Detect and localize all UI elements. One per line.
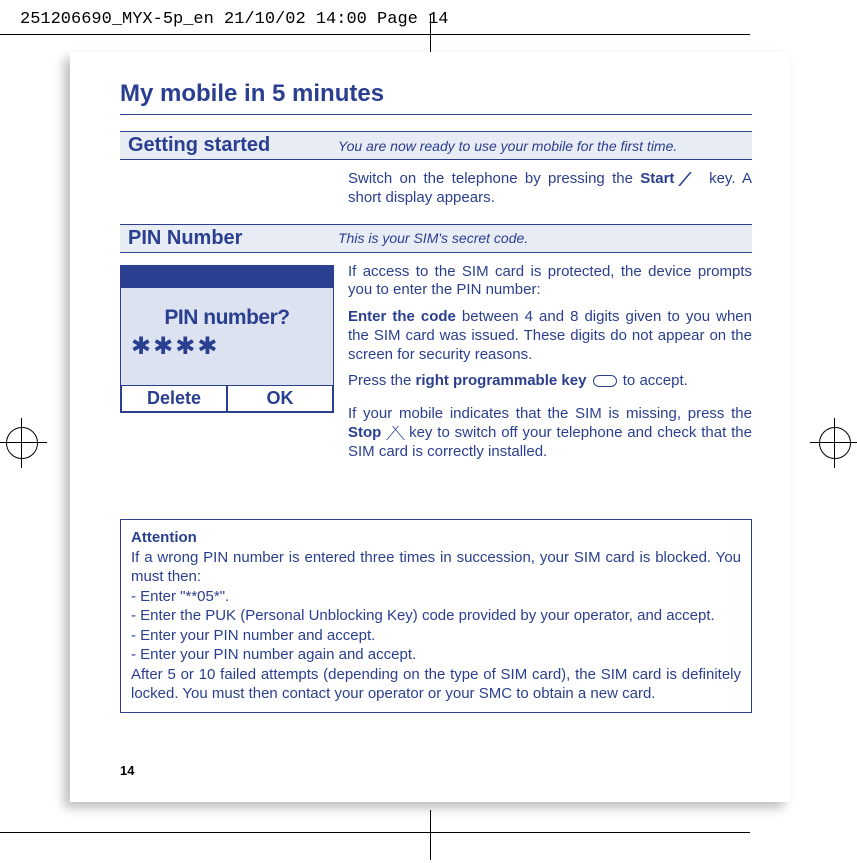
crop-line bbox=[430, 810, 431, 860]
text-bold: Stop bbox=[348, 424, 381, 441]
section-tagline: You are now ready to use your mobile for… bbox=[338, 138, 744, 154]
phone-prompt-title: PIN number? bbox=[125, 306, 329, 330]
softkey-delete: Delete bbox=[121, 385, 227, 412]
text: If a wrong PIN number is entered three t… bbox=[131, 548, 741, 587]
text: - Enter "**05*". bbox=[131, 587, 741, 607]
softkey-ok: OK bbox=[227, 385, 333, 412]
text: If your mobile indicates that the SIM is… bbox=[348, 405, 752, 422]
attention-heading: Attention bbox=[131, 528, 741, 548]
phone-screen-illustration: PIN number? ✱✱✱✱ Delete OK bbox=[120, 265, 334, 413]
manual-page: My mobile in 5 minutes Getting started Y… bbox=[70, 52, 790, 802]
text: If access to the SIM card is protected, … bbox=[348, 263, 752, 301]
text: key to switch off your telephone and che… bbox=[348, 424, 752, 460]
phone-statusbar bbox=[121, 266, 333, 288]
phone-pin-mask: ✱✱✱✱ bbox=[125, 330, 329, 377]
text-bold: Start bbox=[640, 170, 674, 187]
crop-line bbox=[0, 34, 750, 35]
crop-mark-header: 251206690_MYX-5p_en 21/10/02 14:00 Page … bbox=[0, 0, 857, 35]
section-heading: PIN Number bbox=[128, 227, 338, 250]
programmable-key-icon bbox=[593, 375, 617, 387]
section-tagline: This is your SIM's secret code. bbox=[338, 230, 744, 246]
registration-mark bbox=[819, 427, 851, 459]
page-number: 14 bbox=[120, 763, 134, 778]
text-bold: right programmable key bbox=[416, 372, 587, 389]
text-bold: Enter the code bbox=[348, 308, 456, 325]
page-title: My mobile in 5 minutes bbox=[120, 80, 752, 108]
body-text: Switch on the telephone by pressing the … bbox=[348, 170, 752, 216]
section-pin-number: PIN Number This is your SIM's secret cod… bbox=[120, 224, 752, 253]
title-rule bbox=[120, 114, 752, 115]
text: Press the bbox=[348, 372, 416, 389]
text: After 5 or 10 failed attempts (depending… bbox=[131, 665, 741, 704]
crop-line bbox=[0, 832, 750, 833]
section-heading: Getting started bbox=[128, 134, 338, 157]
attention-box: Attention If a wrong PIN number is enter… bbox=[120, 519, 752, 713]
text: Switch on the telephone by pressing the bbox=[348, 170, 640, 187]
text: - Enter your PIN number again and accept… bbox=[131, 645, 741, 665]
body-text: If access to the SIM card is protected, … bbox=[348, 263, 752, 470]
text: to accept. bbox=[619, 372, 688, 389]
registration-mark bbox=[6, 427, 38, 459]
section-getting-started: Getting started You are now ready to use… bbox=[120, 131, 752, 160]
text: - Enter the PUK (Personal Unblocking Key… bbox=[131, 606, 741, 626]
text: - Enter your PIN number and accept. bbox=[131, 626, 741, 646]
stop-key-icon bbox=[388, 426, 402, 440]
